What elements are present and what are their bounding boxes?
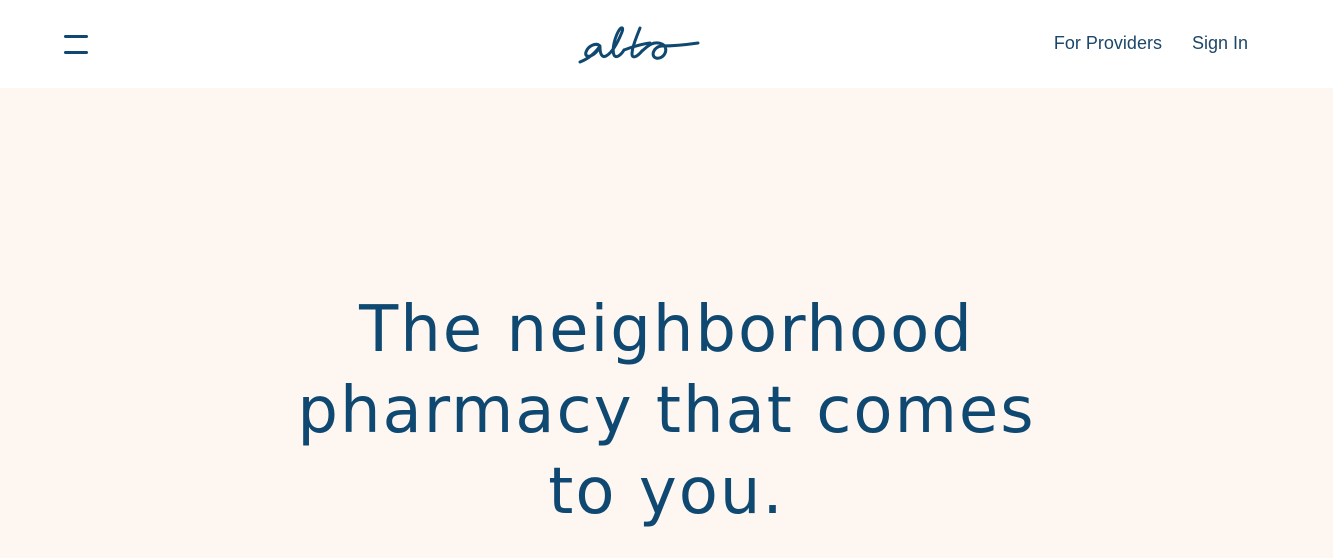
page: alto For Providers Sign In The neighborh… (0, 0, 1333, 558)
for-providers-link[interactable]: For Providers (1054, 31, 1162, 55)
menu-line-bottom (64, 51, 88, 54)
top-navigation-bar: alto For Providers Sign In (0, 0, 1333, 88)
hero-section: The neighborhood pharmacy that comes to … (0, 88, 1333, 558)
header-nav: For Providers Sign In (1054, 31, 1248, 55)
hamburger-menu-icon[interactable] (60, 30, 92, 58)
menu-line-top (64, 35, 88, 38)
headline-line-2: pharmacy that comes (297, 374, 1036, 448)
hero-headline: The neighborhood pharmacy that comes to … (0, 290, 1333, 533)
headline-line-3: to you. (548, 455, 785, 529)
headline-line-1: The neighborhood (359, 293, 974, 367)
sign-in-link[interactable]: Sign In (1192, 31, 1248, 55)
alto-logo-script: alto (578, 26, 700, 64)
alto-logo[interactable]: alto (574, 22, 702, 68)
